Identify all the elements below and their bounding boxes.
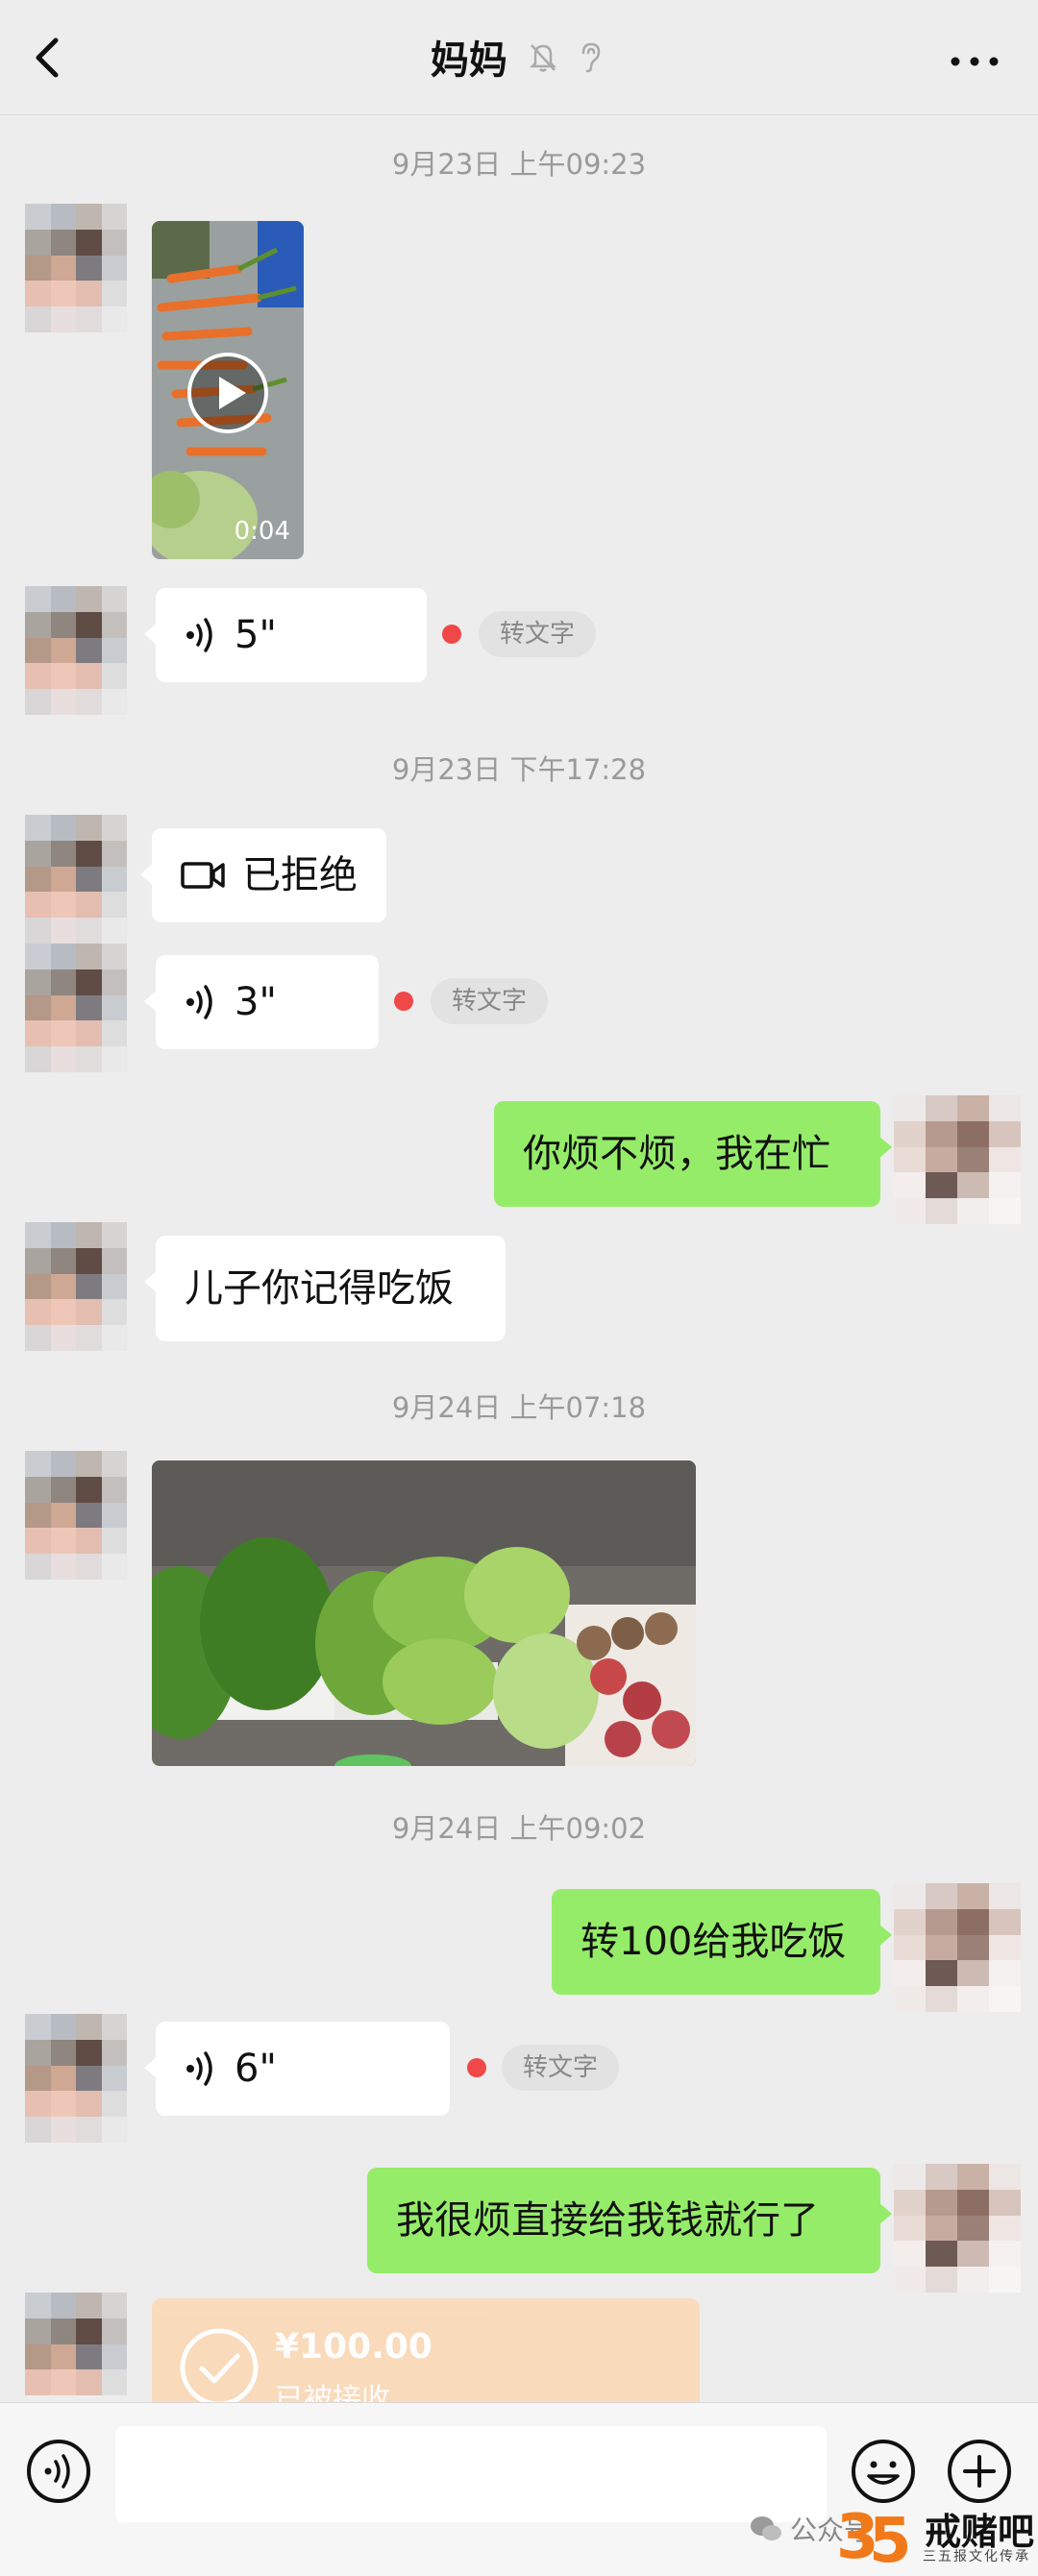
transfer-amount: ¥100.00 (275, 2327, 432, 2367)
unread-dot (467, 2058, 486, 2077)
avatar-me[interactable] (894, 1883, 1021, 2012)
message-input[interactable] (115, 2426, 827, 2522)
plus-icon[interactable] (946, 2438, 1013, 2505)
convert-to-text-button[interactable]: 转文字 (502, 2045, 620, 2091)
avatar-me[interactable] (894, 1095, 1021, 1224)
avatar-mom[interactable] (25, 586, 127, 715)
timestamp: 9月24日 上午09:02 (391, 1812, 647, 1845)
my-message[interactable]: 转100给我吃饭 (552, 1889, 892, 1995)
avatar-mom[interactable] (25, 1451, 127, 1580)
avatar-mom[interactable] (25, 1222, 127, 1351)
my-message[interactable]: 你烦不烦，我在忙 (494, 1101, 892, 1207)
avatar-mom[interactable] (25, 944, 127, 1072)
video-message[interactable]: 0:04 (152, 221, 304, 559)
watermark-subtitle: 三五报文化传承 (923, 2549, 1030, 2564)
convert-to-text-button[interactable]: 转文字 (479, 611, 597, 657)
vegetables-photo (152, 1460, 696, 1766)
voice-wave-icon (186, 2051, 212, 2086)
call-status: 已拒绝 (242, 853, 358, 897)
timestamp: 9月23日 下午17:28 (391, 753, 647, 786)
ear-icon (581, 42, 601, 73)
check-icon (180, 2328, 259, 2407)
emoji-icon[interactable] (850, 2438, 917, 2505)
timestamp: 9月24日 上午07:18 (391, 1391, 647, 1424)
wechat-icon (751, 2516, 781, 2540)
transfer-message[interactable]: ¥100.00 已被接收 (152, 2298, 700, 2417)
image-message[interactable] (152, 1460, 696, 1766)
video-call-message[interactable]: 已拒绝 (140, 828, 386, 922)
voice-wave-icon (186, 618, 212, 652)
avatar-me[interactable] (894, 2164, 1021, 2293)
mom-message[interactable]: 儿子你记得吃饭 (144, 1236, 506, 1341)
title-group: 妈妈 (0, 29, 1038, 86)
chat-title[interactable]: 妈妈 (431, 29, 507, 85)
video-call-icon (181, 862, 225, 889)
voice-duration: 3" (235, 980, 277, 1024)
voice-duration: 5" (235, 613, 277, 657)
voice-wave-icon (186, 985, 212, 1019)
unread-dot (394, 992, 413, 1011)
play-icon[interactable] (186, 352, 269, 434)
voice-message[interactable]: 5" (144, 588, 427, 682)
avatar-mom[interactable] (25, 204, 127, 332)
voice-input-icon[interactable] (25, 2438, 92, 2505)
avatar-mom[interactable] (25, 815, 127, 944)
voice-message[interactable]: 6" (144, 2022, 450, 2116)
svg-text:5: 5 (869, 2506, 912, 2571)
more-icon[interactable] (946, 42, 1003, 81)
chat-header: 妈妈 (0, 0, 1038, 115)
video-duration: 0:04 (234, 517, 290, 546)
voice-duration: 6" (235, 2047, 277, 2091)
unread-dot (442, 625, 461, 644)
avatar-mom[interactable] (25, 2014, 127, 2143)
my-message[interactable]: 我很烦直接给我钱就行了 (367, 2168, 892, 2273)
convert-to-text-button[interactable]: 转文字 (431, 978, 549, 1024)
mute-bell-icon (529, 44, 557, 72)
timestamp: 9月23日 上午09:23 (391, 148, 647, 181)
voice-message[interactable]: 3" (144, 955, 379, 1049)
